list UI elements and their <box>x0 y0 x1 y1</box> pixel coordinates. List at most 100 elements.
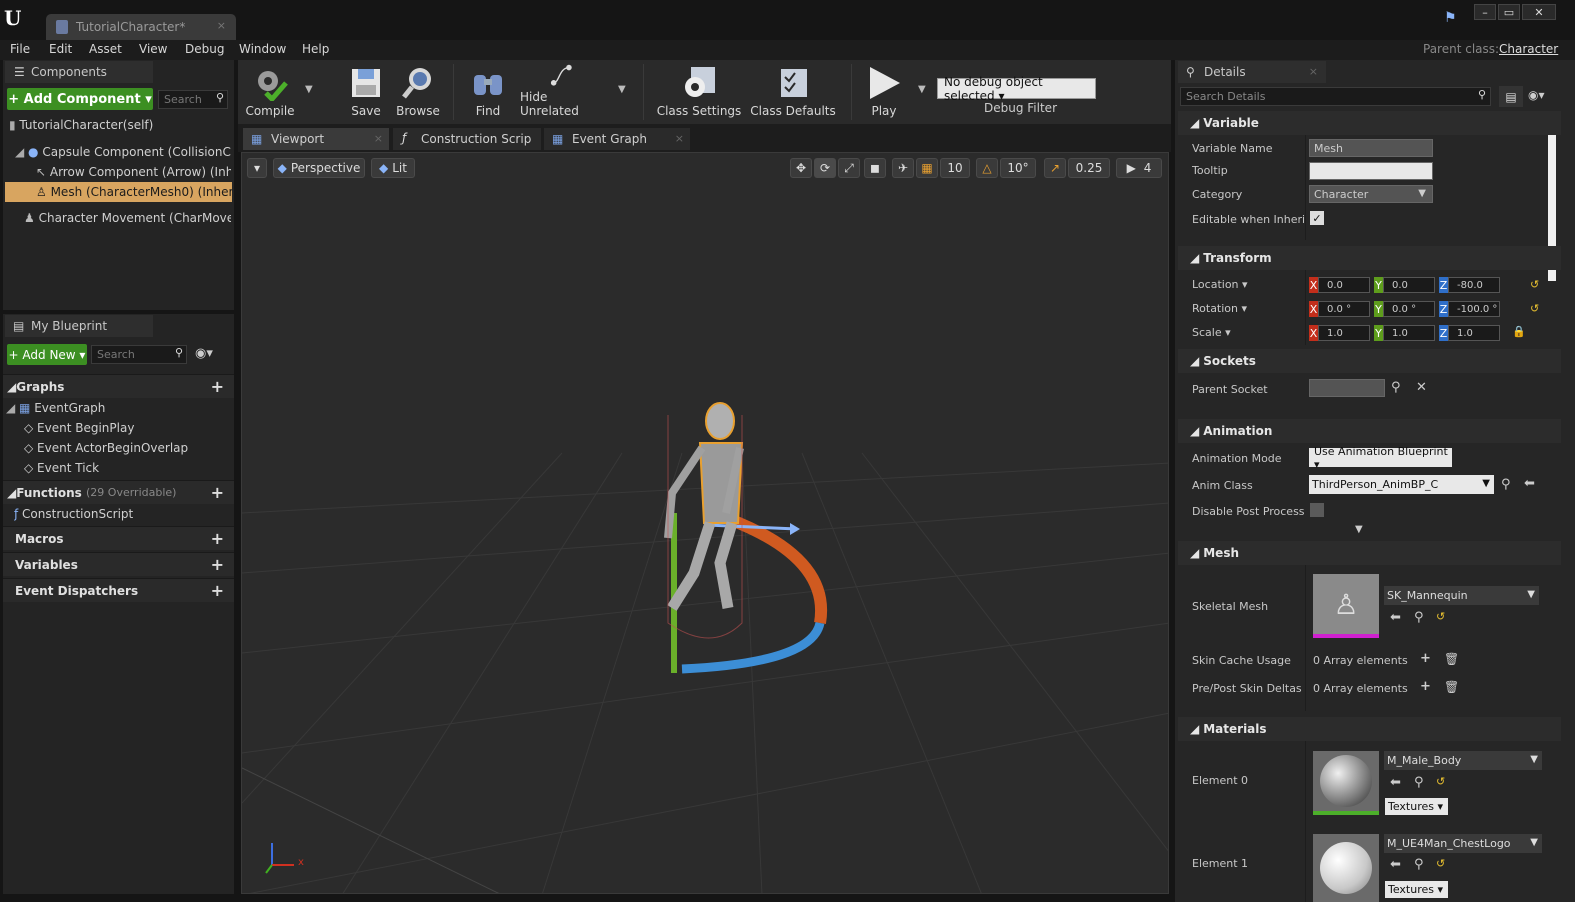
add-variable-icon[interactable]: + <box>211 555 224 574</box>
scale-snap-icon[interactable]: ↗ <box>1044 158 1066 178</box>
component-movement[interactable]: ♟ Character Movement (CharMoveComp) <box>24 208 231 228</box>
skeletal-mesh-thumbnail[interactable]: ♙ <box>1313 574 1379 638</box>
gizmo-arrow[interactable] <box>706 523 798 531</box>
sockets-section-header[interactable]: ◢ Sockets <box>1178 349 1561 373</box>
debug-object-select[interactable]: No debug object selected ▾ <box>937 75 1096 103</box>
scale-tool-icon[interactable]: ⤢ <box>838 158 860 178</box>
menu-file[interactable]: File <box>10 42 30 56</box>
construction-script-item[interactable]: ƒ ConstructionScript <box>14 504 230 524</box>
translate-tool-icon[interactable]: ✥ <box>790 158 812 178</box>
add-macro-icon[interactable]: + <box>211 529 224 548</box>
browse-button[interactable]: Browse <box>394 62 442 122</box>
rotation-snap-value[interactable]: 10° <box>1000 158 1036 178</box>
tab-details[interactable]: ⚲ Details × <box>1178 61 1326 83</box>
category-combo[interactable]: Character ▼ <box>1309 185 1433 203</box>
menu-help[interactable]: Help <box>302 42 329 56</box>
add-function-icon[interactable]: + <box>211 483 224 502</box>
world-local-icon[interactable]: ◼ <box>864 158 886 178</box>
material0-combo[interactable]: M_Male_Body ▼ <box>1384 751 1542 770</box>
close-tab-icon[interactable]: × <box>374 132 383 145</box>
dispatchers-category[interactable]: Event Dispatchers + <box>3 578 234 602</box>
material1-combo[interactable]: M_UE4Man_ChestLogo ▼ <box>1384 834 1542 853</box>
tab-viewport[interactable]: ▦ Viewport × <box>243 128 389 150</box>
close-window-button[interactable]: ✕ <box>1522 4 1556 20</box>
notification-icon[interactable]: ⚑ <box>1444 10 1457 26</box>
add-element-icon[interactable]: + <box>1420 651 1431 666</box>
browse-asset-icon[interactable]: ⚲ <box>1414 857 1424 872</box>
reset-icon[interactable]: ↺ <box>1436 610 1445 623</box>
event-tick-item[interactable]: ◇ Event Tick <box>24 458 230 478</box>
editable-inherited-checkbox[interactable]: ✓ <box>1310 211 1324 225</box>
menu-asset[interactable]: Asset <box>89 42 122 56</box>
location-label[interactable]: Location ▾ <box>1192 278 1304 291</box>
compile-button[interactable]: Compile <box>244 62 296 122</box>
variable-section-header[interactable]: ◢ Variable <box>1178 111 1561 135</box>
rotation-label[interactable]: Rotation ▾ <box>1192 302 1304 315</box>
trash-icon[interactable]: 🗑 <box>1444 680 1459 694</box>
reset-icon[interactable]: ↺ <box>1436 857 1445 870</box>
mannequin-figure[interactable] <box>664 402 744 611</box>
maximize-button[interactable]: ▭ <box>1498 4 1520 20</box>
variables-category[interactable]: Variables + <box>3 552 234 576</box>
hide-unrelated-button[interactable]: Hide Unrelated <box>520 62 604 122</box>
component-mesh-selected[interactable]: ♙ Mesh (CharacterMesh0) (Inherited) <box>5 182 232 202</box>
minimize-button[interactable]: – <box>1474 4 1496 20</box>
anim-class-select[interactable]: ThirdPerson_AnimBP_C ▼ <box>1309 475 1494 494</box>
menu-edit[interactable]: Edit <box>49 42 72 56</box>
rotation-x-field[interactable]: 0.0 ° <box>1318 301 1370 317</box>
reset-icon[interactable]: ↺ <box>1436 775 1445 788</box>
camera-speed-button[interactable]: ▶ 4 <box>1116 158 1162 178</box>
add-graph-icon[interactable]: + <box>211 377 224 396</box>
expand-advanced-chevron-icon[interactable]: ▼ <box>1355 524 1363 535</box>
rotate-tool-icon[interactable]: ⟳ <box>814 158 836 178</box>
scale-x-field[interactable]: 1.0 <box>1318 325 1370 341</box>
scale-label[interactable]: Scale ▾ <box>1192 326 1304 339</box>
collapse-arrow-icon[interactable]: ◢ <box>15 145 28 159</box>
add-new-button[interactable]: + Add New ▾ <box>7 344 87 365</box>
disable-post-process-checkbox[interactable] <box>1310 503 1324 517</box>
animation-mode-select[interactable]: Use Animation Blueprint ▾ <box>1309 445 1452 471</box>
play-options-chevron-icon[interactable]: ▼ <box>918 84 926 95</box>
reset-location-icon[interactable]: ↺ <box>1530 278 1539 291</box>
use-selected-arrow-icon[interactable]: ⬅ <box>1390 775 1401 790</box>
component-self[interactable]: ▮ TutorialCharacter(self) <box>9 115 231 135</box>
scale-z-field[interactable]: 1.0 <box>1448 325 1500 341</box>
macros-category[interactable]: Macros + <box>3 526 234 550</box>
tab-construction-script[interactable]: ƒ Construction Scrip <box>393 128 541 150</box>
parent-class-link[interactable]: Character <box>1499 42 1558 56</box>
add-dispatcher-icon[interactable]: + <box>211 581 224 600</box>
viewport-options-chevron-icon[interactable]: ▾ <box>247 158 267 178</box>
lit-button[interactable]: ◆ Lit <box>371 158 415 178</box>
use-selected-arrow-icon[interactable]: ⬅ <box>1390 857 1401 872</box>
menu-window[interactable]: Window <box>239 42 286 56</box>
hide-options-chevron-icon[interactable]: ▼ <box>618 84 626 95</box>
grid-snap-value[interactable]: 10 <box>940 158 970 178</box>
clear-icon[interactable]: ✕ <box>1416 380 1427 395</box>
tab-event-graph[interactable]: ▦ Event Graph × <box>544 128 690 150</box>
document-tab[interactable]: TutorialCharacter* × <box>46 14 236 40</box>
use-selected-arrow-icon[interactable]: ⬅ <box>1524 476 1535 491</box>
property-matrix-icon[interactable]: ▤ <box>1499 86 1523 107</box>
event-overlap-item[interactable]: ◇ Event ActorBeginOverlap <box>24 438 230 458</box>
details-search-input[interactable]: Search Details ⚲ <box>1180 87 1491 106</box>
play-button[interactable]: Play <box>862 62 906 122</box>
viewport-canvas[interactable]: x <box>241 152 1169 894</box>
location-z-field[interactable]: -80.0 <box>1448 277 1500 293</box>
close-tab-icon[interactable]: × <box>217 19 226 32</box>
menu-view[interactable]: View <box>139 42 167 56</box>
rotation-snap-icon[interactable]: △ <box>976 158 998 178</box>
class-defaults-button[interactable]: Class Defaults <box>750 62 836 122</box>
perspective-button[interactable]: ◆ Perspective <box>273 158 365 178</box>
transform-section-header[interactable]: ◢ Transform <box>1178 246 1561 270</box>
grid-snap-icon[interactable]: ▦ <box>916 158 938 178</box>
tooltip-field[interactable] <box>1309 162 1433 180</box>
close-tab-icon[interactable]: × <box>1309 65 1318 78</box>
component-capsule[interactable]: ◢ ● Capsule Component (CollisionCylinder… <box>15 142 231 162</box>
scale-snap-value[interactable]: 0.25 <box>1068 158 1110 178</box>
reset-rotation-icon[interactable]: ↺ <box>1530 302 1539 315</box>
menu-debug[interactable]: Debug <box>185 42 224 56</box>
blueprint-search-input[interactable]: Search ⚲ <box>91 345 187 364</box>
browse-asset-icon[interactable]: ⚲ <box>1501 477 1511 492</box>
class-settings-button[interactable]: Class Settings <box>656 62 742 122</box>
lock-scale-icon[interactable]: 🔒 <box>1512 325 1526 338</box>
